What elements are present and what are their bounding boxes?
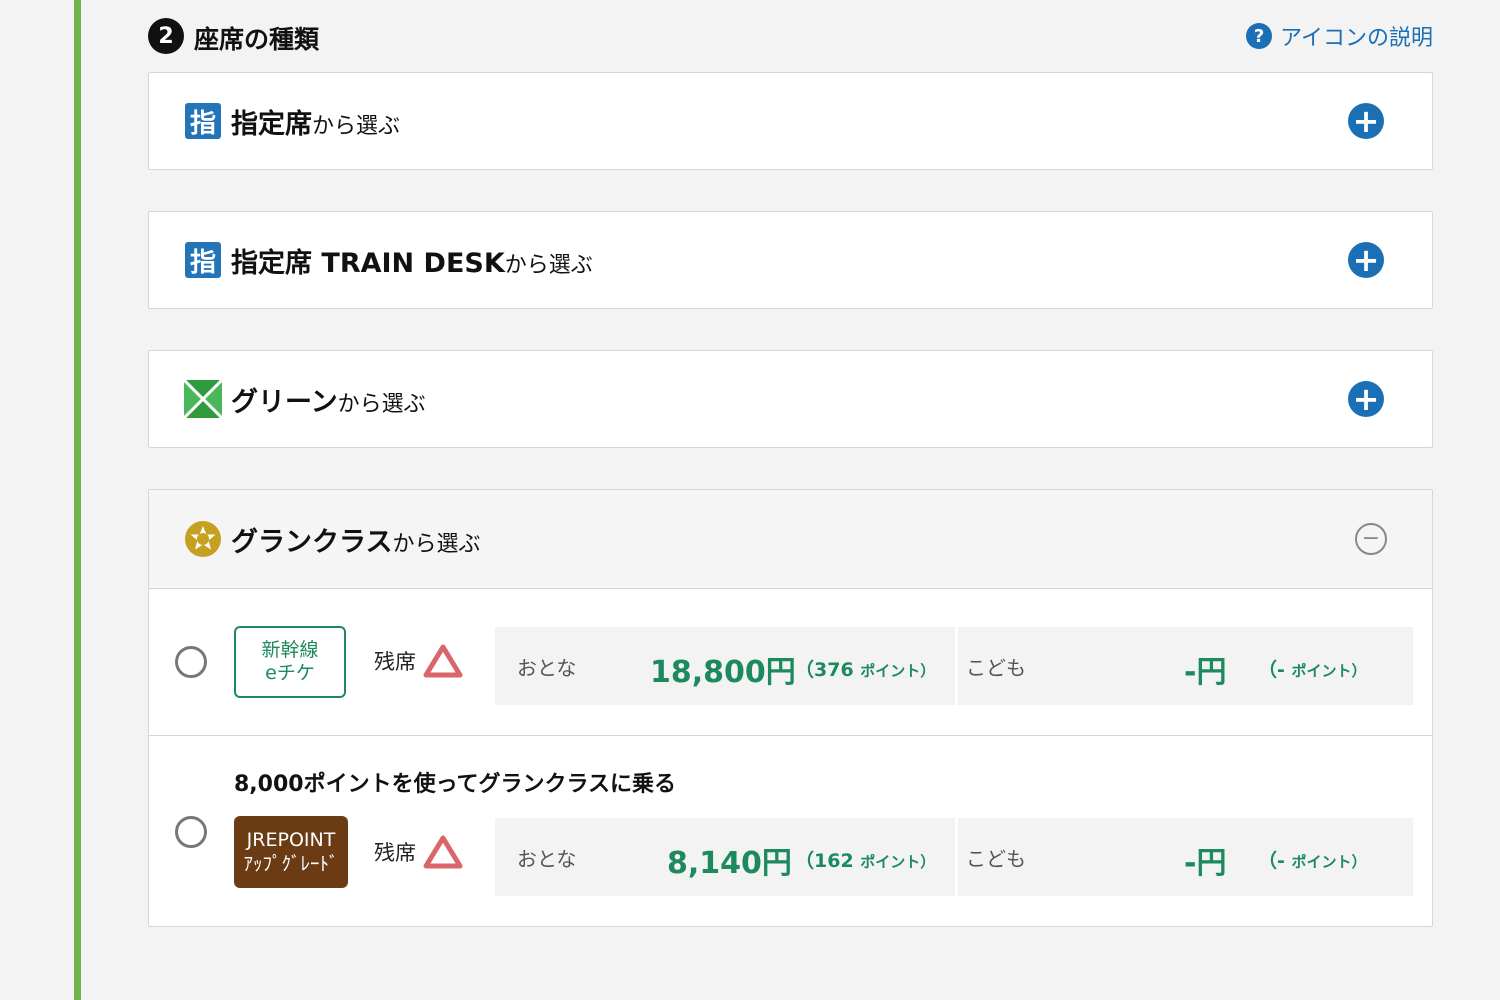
green-car-header[interactable]: グリーンから選ぶ + xyxy=(149,351,1432,447)
adult-price: 18,800円 xyxy=(650,655,796,690)
child-points: （- ポイント） xyxy=(1258,850,1367,872)
adult-label: おとな xyxy=(517,656,577,680)
collapse-minus-icon[interactable]: − xyxy=(1355,523,1387,555)
step-number-badge: 2 xyxy=(148,18,184,54)
price-box: おとな 8,140円 （162 ポイント） こども -円 （- ポイント） xyxy=(495,818,1413,896)
adult-price-cell: おとな 8,140円 （162 ポイント） xyxy=(495,818,955,896)
gran-class-header[interactable]: グランクラスから選ぶ − xyxy=(149,490,1432,589)
gran-class-option-eticket: 新幹線 eチケ 残席 おとな 18,800円 （376 ポイント） こども -円… xyxy=(149,589,1432,736)
reserved-seat-header[interactable]: 指 指定席から選ぶ + xyxy=(149,73,1432,169)
adult-price: 8,140円 xyxy=(667,846,792,881)
progress-side-bar xyxy=(74,0,81,1000)
question-icon: ? xyxy=(1246,23,1273,49)
child-points: （- ポイント） xyxy=(1258,659,1367,681)
upgrade-title: 8,000ポイントを使ってグランクラスに乗る xyxy=(234,772,677,797)
expand-plus-icon[interactable]: + xyxy=(1348,103,1384,139)
availability: 残席 xyxy=(374,834,464,870)
adult-price-cell: おとな 18,800円 （376 ポイント） xyxy=(495,627,955,705)
child-price-cell: こども -円 （- ポイント） xyxy=(958,818,1413,896)
reserved-seat-icon: 指 xyxy=(184,241,222,279)
option-radio[interactable] xyxy=(175,816,207,848)
few-seats-triangle-icon xyxy=(423,644,463,678)
icon-help-link[interactable]: ? アイコンの説明 xyxy=(1246,20,1433,52)
availability: 残席 xyxy=(374,643,464,679)
child-price: -円 xyxy=(1184,846,1227,881)
child-label: こども xyxy=(966,656,1026,680)
train-desk-header[interactable]: 指 指定席 TRAIN DESKから選ぶ + xyxy=(149,212,1432,308)
section-title: 座席の種類 xyxy=(194,25,320,54)
child-price-cell: こども -円 （- ポイント） xyxy=(958,627,1413,705)
gran-class-title: グランクラスから選ぶ xyxy=(231,526,481,558)
green-car-card: グリーンから選ぶ + xyxy=(148,350,1433,448)
train-desk-title: 指定席 TRAIN DESKから選ぶ xyxy=(231,247,593,279)
section-header: 2 座席の種類 ? アイコンの説明 xyxy=(148,16,1433,56)
train-desk-card: 指 指定席 TRAIN DESKから選ぶ + xyxy=(148,211,1433,309)
expand-plus-icon[interactable]: + xyxy=(1348,242,1384,278)
adult-points: （162 ポイント） xyxy=(795,850,936,872)
reserved-seat-title: 指定席から選ぶ xyxy=(231,108,401,140)
few-seats-triangle-icon xyxy=(423,835,463,869)
gran-class-option-upgrade: 8,000ポイントを使ってグランクラスに乗る JREPOINT ｱｯﾌﾟｸﾞﾚｰ… xyxy=(149,736,1432,926)
child-price: -円 xyxy=(1184,655,1227,690)
option-radio[interactable] xyxy=(175,646,207,678)
green-car-title: グリーンから選ぶ xyxy=(231,386,426,418)
expand-plus-icon[interactable]: + xyxy=(1348,381,1384,417)
gran-class-icon xyxy=(184,520,222,558)
adult-points: （376 ポイント） xyxy=(795,659,936,681)
child-label: こども xyxy=(966,847,1026,871)
adult-label: おとな xyxy=(517,847,577,871)
reserved-seat-card: 指 指定席から選ぶ + xyxy=(148,72,1433,170)
gran-class-card: グランクラスから選ぶ − 新幹線 eチケ 残席 おとな 18,800円 （376… xyxy=(148,489,1433,927)
icon-help-label: アイコンの説明 xyxy=(1280,26,1433,51)
green-clover-icon xyxy=(184,380,222,418)
reserved-seat-icon: 指 xyxy=(184,102,222,140)
jrepoint-upgrade-badge: JREPOINT ｱｯﾌﾟｸﾞﾚｰﾄﾞ xyxy=(234,816,348,888)
eticket-badge: 新幹線 eチケ xyxy=(234,626,346,698)
price-box: おとな 18,800円 （376 ポイント） こども -円 （- ポイント） xyxy=(495,627,1413,705)
